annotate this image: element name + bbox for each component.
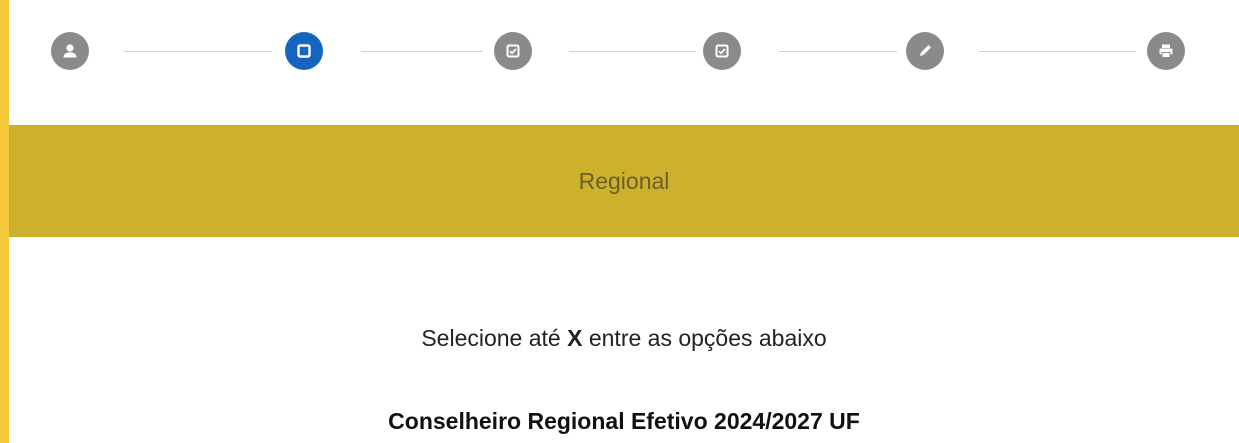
progress-stepper xyxy=(9,0,1239,125)
page-title: Regional xyxy=(578,167,670,194)
instruction-prefix: Selecione até xyxy=(421,325,561,351)
checkbox-icon xyxy=(715,44,729,58)
pencil-icon xyxy=(920,45,931,56)
step-connector xyxy=(124,51,272,52)
step-2-regional[interactable] xyxy=(285,32,323,70)
person-icon xyxy=(63,44,77,58)
step-1-personal-data[interactable] xyxy=(51,32,89,70)
step-connector xyxy=(361,51,483,52)
square-icon xyxy=(297,44,311,58)
checkbox-icon xyxy=(506,44,520,58)
step-6-print[interactable] xyxy=(1147,32,1185,70)
section-header-band: Regional xyxy=(9,125,1239,237)
position-title: Conselheiro Regional Efetivo 2024/2027 U… xyxy=(388,408,860,434)
printer-icon xyxy=(1159,44,1173,58)
main-panel: Regional Selecione até X entre as opções… xyxy=(9,0,1239,443)
selection-limit: X xyxy=(567,325,583,351)
selection-instruction: Selecione até X entre as opções abaixo xyxy=(9,325,1239,352)
instruction-suffix: entre as opções abaixo xyxy=(588,325,827,351)
step-5-edit[interactable] xyxy=(906,32,944,70)
step-connector xyxy=(779,51,897,52)
step-connector xyxy=(569,51,696,52)
step-4-checkbox[interactable] xyxy=(703,32,741,70)
step-connector xyxy=(979,51,1136,52)
step-3-checkbox[interactable] xyxy=(494,32,532,70)
